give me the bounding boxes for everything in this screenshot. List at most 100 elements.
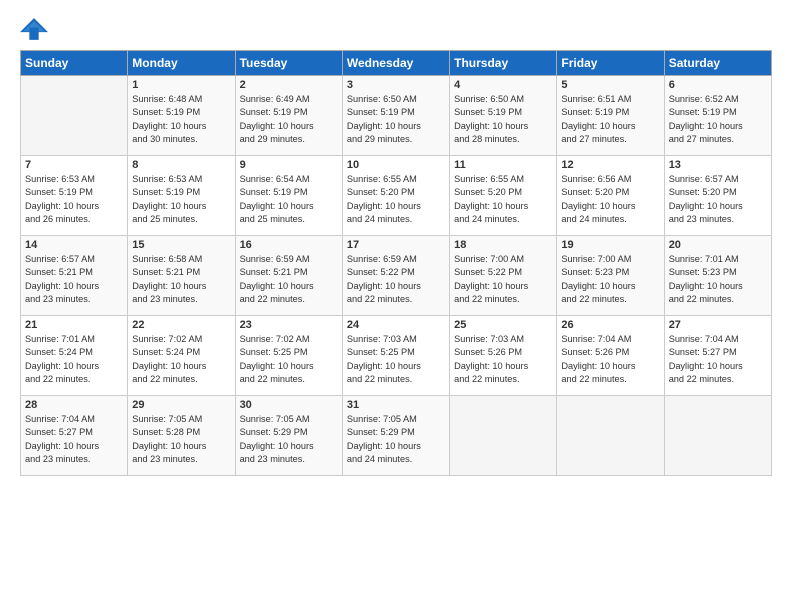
calendar-cell: [557, 396, 664, 476]
calendar-cell: 21 Sunrise: 7:01 AM Sunset: 5:24 PM Dayli…: [21, 316, 128, 396]
calendar-cell: 25Sunrise: 7:03 AM Sunset: 5:26 PM Dayli…: [450, 316, 557, 396]
calendar-cell: 15 Sunrise: 6:58 AM Sunset: 5:21 PM Dayli…: [128, 236, 235, 316]
calendar-header: SundayMondayTuesdayWednesdayThursdayFrid…: [21, 51, 772, 76]
day-number: 19: [561, 239, 659, 251]
logo: [20, 18, 52, 40]
day-info: Sunrise: 7:01 AM Sunset: 5:24 PM Dayligh…: [25, 333, 123, 386]
day-number: 25: [454, 319, 552, 331]
day-number: 17: [347, 239, 445, 251]
calendar-cell: 31 Sunrise: 7:05 AM Sunset: 5:29 PM Dayli…: [342, 396, 449, 476]
header-cell-wednesday: Wednesday: [342, 51, 449, 76]
day-number: 15: [132, 239, 230, 251]
day-info: Sunrise: 6:59 AM Sunset: 5:21 PM Dayligh…: [240, 253, 338, 306]
day-info: Sunrise: 7:04 AM Sunset: 5:27 PM Dayligh…: [669, 333, 767, 386]
day-info: Sunrise: 7:05 AM Sunset: 5:29 PM Dayligh…: [240, 413, 338, 466]
header: [20, 18, 772, 40]
header-row: SundayMondayTuesdayWednesdayThursdayFrid…: [21, 51, 772, 76]
calendar-cell: 9 Sunrise: 6:54 AM Sunset: 5:19 PM Daylig…: [235, 156, 342, 236]
day-number: 27: [669, 319, 767, 331]
day-number: 6: [669, 79, 767, 91]
day-info: Sunrise: 6:54 AM Sunset: 5:19 PM Dayligh…: [240, 173, 338, 226]
calendar-cell: 1Sunrise: 6:48 AM Sunset: 5:19 PM Daylig…: [128, 76, 235, 156]
day-number: 8: [132, 159, 230, 171]
calendar-cell: 27 Sunrise: 7:04 AM Sunset: 5:27 PM Dayli…: [664, 316, 771, 396]
day-info: Sunrise: 6:53 AM Sunset: 5:19 PM Dayligh…: [132, 173, 230, 226]
calendar-table: SundayMondayTuesdayWednesdayThursdayFrid…: [20, 50, 772, 476]
header-cell-thursday: Thursday: [450, 51, 557, 76]
week-row-3: 14 Sunrise: 6:57 AM Sunset: 5:21 PM Dayli…: [21, 236, 772, 316]
calendar-cell: 19 Sunrise: 7:00 AM Sunset: 5:23 PM Dayli…: [557, 236, 664, 316]
day-info: Sunrise: 7:02 AM Sunset: 5:24 PM Dayligh…: [132, 333, 230, 386]
day-info: Sunrise: 6:59 AM Sunset: 5:22 PM Dayligh…: [347, 253, 445, 306]
calendar-cell: 29Sunrise: 7:05 AM Sunset: 5:28 PM Dayli…: [128, 396, 235, 476]
day-info: Sunrise: 6:51 AM Sunset: 5:19 PM Dayligh…: [561, 93, 659, 146]
calendar-cell: 10 Sunrise: 6:55 AM Sunset: 5:20 PM Dayli…: [342, 156, 449, 236]
day-info: Sunrise: 6:52 AM Sunset: 5:19 PM Dayligh…: [669, 93, 767, 146]
day-info: Sunrise: 7:00 AM Sunset: 5:23 PM Dayligh…: [561, 253, 659, 306]
day-number: 31: [347, 399, 445, 411]
day-number: 2: [240, 79, 338, 91]
day-info: Sunrise: 7:03 AM Sunset: 5:25 PM Dayligh…: [347, 333, 445, 386]
calendar-cell: 3 Sunrise: 6:50 AM Sunset: 5:19 PM Daylig…: [342, 76, 449, 156]
calendar-cell: 22 Sunrise: 7:02 AM Sunset: 5:24 PM Dayli…: [128, 316, 235, 396]
day-info: Sunrise: 7:04 AM Sunset: 5:27 PM Dayligh…: [25, 413, 123, 466]
calendar-cell: 13Sunrise: 6:57 AM Sunset: 5:20 PM Dayli…: [664, 156, 771, 236]
day-info: Sunrise: 6:56 AM Sunset: 5:20 PM Dayligh…: [561, 173, 659, 226]
day-info: Sunrise: 7:05 AM Sunset: 5:28 PM Dayligh…: [132, 413, 230, 466]
calendar-cell: 7 Sunrise: 6:53 AM Sunset: 5:19 PM Daylig…: [21, 156, 128, 236]
day-number: 22: [132, 319, 230, 331]
day-number: 5: [561, 79, 659, 91]
day-number: 24: [347, 319, 445, 331]
week-row-1: 1Sunrise: 6:48 AM Sunset: 5:19 PM Daylig…: [21, 76, 772, 156]
week-row-4: 21 Sunrise: 7:01 AM Sunset: 5:24 PM Dayli…: [21, 316, 772, 396]
day-number: 21: [25, 319, 123, 331]
day-info: Sunrise: 6:57 AM Sunset: 5:20 PM Dayligh…: [669, 173, 767, 226]
day-number: 18: [454, 239, 552, 251]
day-number: 23: [240, 319, 338, 331]
day-info: Sunrise: 7:00 AM Sunset: 5:22 PM Dayligh…: [454, 253, 552, 306]
header-cell-sunday: Sunday: [21, 51, 128, 76]
header-cell-friday: Friday: [557, 51, 664, 76]
day-info: Sunrise: 7:01 AM Sunset: 5:23 PM Dayligh…: [669, 253, 767, 306]
calendar-cell: 23 Sunrise: 7:02 AM Sunset: 5:25 PM Dayli…: [235, 316, 342, 396]
day-info: Sunrise: 7:05 AM Sunset: 5:29 PM Dayligh…: [347, 413, 445, 466]
calendar-cell: 20 Sunrise: 7:01 AM Sunset: 5:23 PM Dayli…: [664, 236, 771, 316]
calendar-cell: [664, 396, 771, 476]
day-number: 11: [454, 159, 552, 171]
day-number: 20: [669, 239, 767, 251]
logo-icon: [20, 18, 48, 40]
calendar-cell: 17 Sunrise: 6:59 AM Sunset: 5:22 PM Dayli…: [342, 236, 449, 316]
calendar-cell: 11Sunrise: 6:55 AM Sunset: 5:20 PM Dayli…: [450, 156, 557, 236]
calendar-cell: 30 Sunrise: 7:05 AM Sunset: 5:29 PM Dayli…: [235, 396, 342, 476]
calendar-cell: 24 Sunrise: 7:03 AM Sunset: 5:25 PM Dayli…: [342, 316, 449, 396]
day-number: 4: [454, 79, 552, 91]
calendar-cell: 26Sunrise: 7:04 AM Sunset: 5:26 PM Dayli…: [557, 316, 664, 396]
day-info: Sunrise: 6:50 AM Sunset: 5:19 PM Dayligh…: [347, 93, 445, 146]
day-info: Sunrise: 7:02 AM Sunset: 5:25 PM Dayligh…: [240, 333, 338, 386]
day-number: 30: [240, 399, 338, 411]
day-info: Sunrise: 6:58 AM Sunset: 5:21 PM Dayligh…: [132, 253, 230, 306]
calendar-cell: 4Sunrise: 6:50 AM Sunset: 5:19 PM Daylig…: [450, 76, 557, 156]
day-info: Sunrise: 6:49 AM Sunset: 5:19 PM Dayligh…: [240, 93, 338, 146]
day-info: Sunrise: 6:53 AM Sunset: 5:19 PM Dayligh…: [25, 173, 123, 226]
day-info: Sunrise: 6:55 AM Sunset: 5:20 PM Dayligh…: [347, 173, 445, 226]
calendar-cell: 28Sunrise: 7:04 AM Sunset: 5:27 PM Dayli…: [21, 396, 128, 476]
day-info: Sunrise: 6:48 AM Sunset: 5:19 PM Dayligh…: [132, 93, 230, 146]
day-number: 14: [25, 239, 123, 251]
calendar-cell: [21, 76, 128, 156]
day-info: Sunrise: 6:57 AM Sunset: 5:21 PM Dayligh…: [25, 253, 123, 306]
calendar-body: 1Sunrise: 6:48 AM Sunset: 5:19 PM Daylig…: [21, 76, 772, 476]
calendar-cell: 5 Sunrise: 6:51 AM Sunset: 5:19 PM Daylig…: [557, 76, 664, 156]
week-row-2: 7 Sunrise: 6:53 AM Sunset: 5:19 PM Daylig…: [21, 156, 772, 236]
day-number: 16: [240, 239, 338, 251]
header-cell-saturday: Saturday: [664, 51, 771, 76]
calendar-page: SundayMondayTuesdayWednesdayThursdayFrid…: [0, 0, 792, 612]
calendar-cell: 6 Sunrise: 6:52 AM Sunset: 5:19 PM Daylig…: [664, 76, 771, 156]
calendar-cell: 8 Sunrise: 6:53 AM Sunset: 5:19 PM Daylig…: [128, 156, 235, 236]
day-number: 7: [25, 159, 123, 171]
day-number: 10: [347, 159, 445, 171]
week-row-5: 28Sunrise: 7:04 AM Sunset: 5:27 PM Dayli…: [21, 396, 772, 476]
day-number: 3: [347, 79, 445, 91]
calendar-cell: [450, 396, 557, 476]
day-number: 9: [240, 159, 338, 171]
